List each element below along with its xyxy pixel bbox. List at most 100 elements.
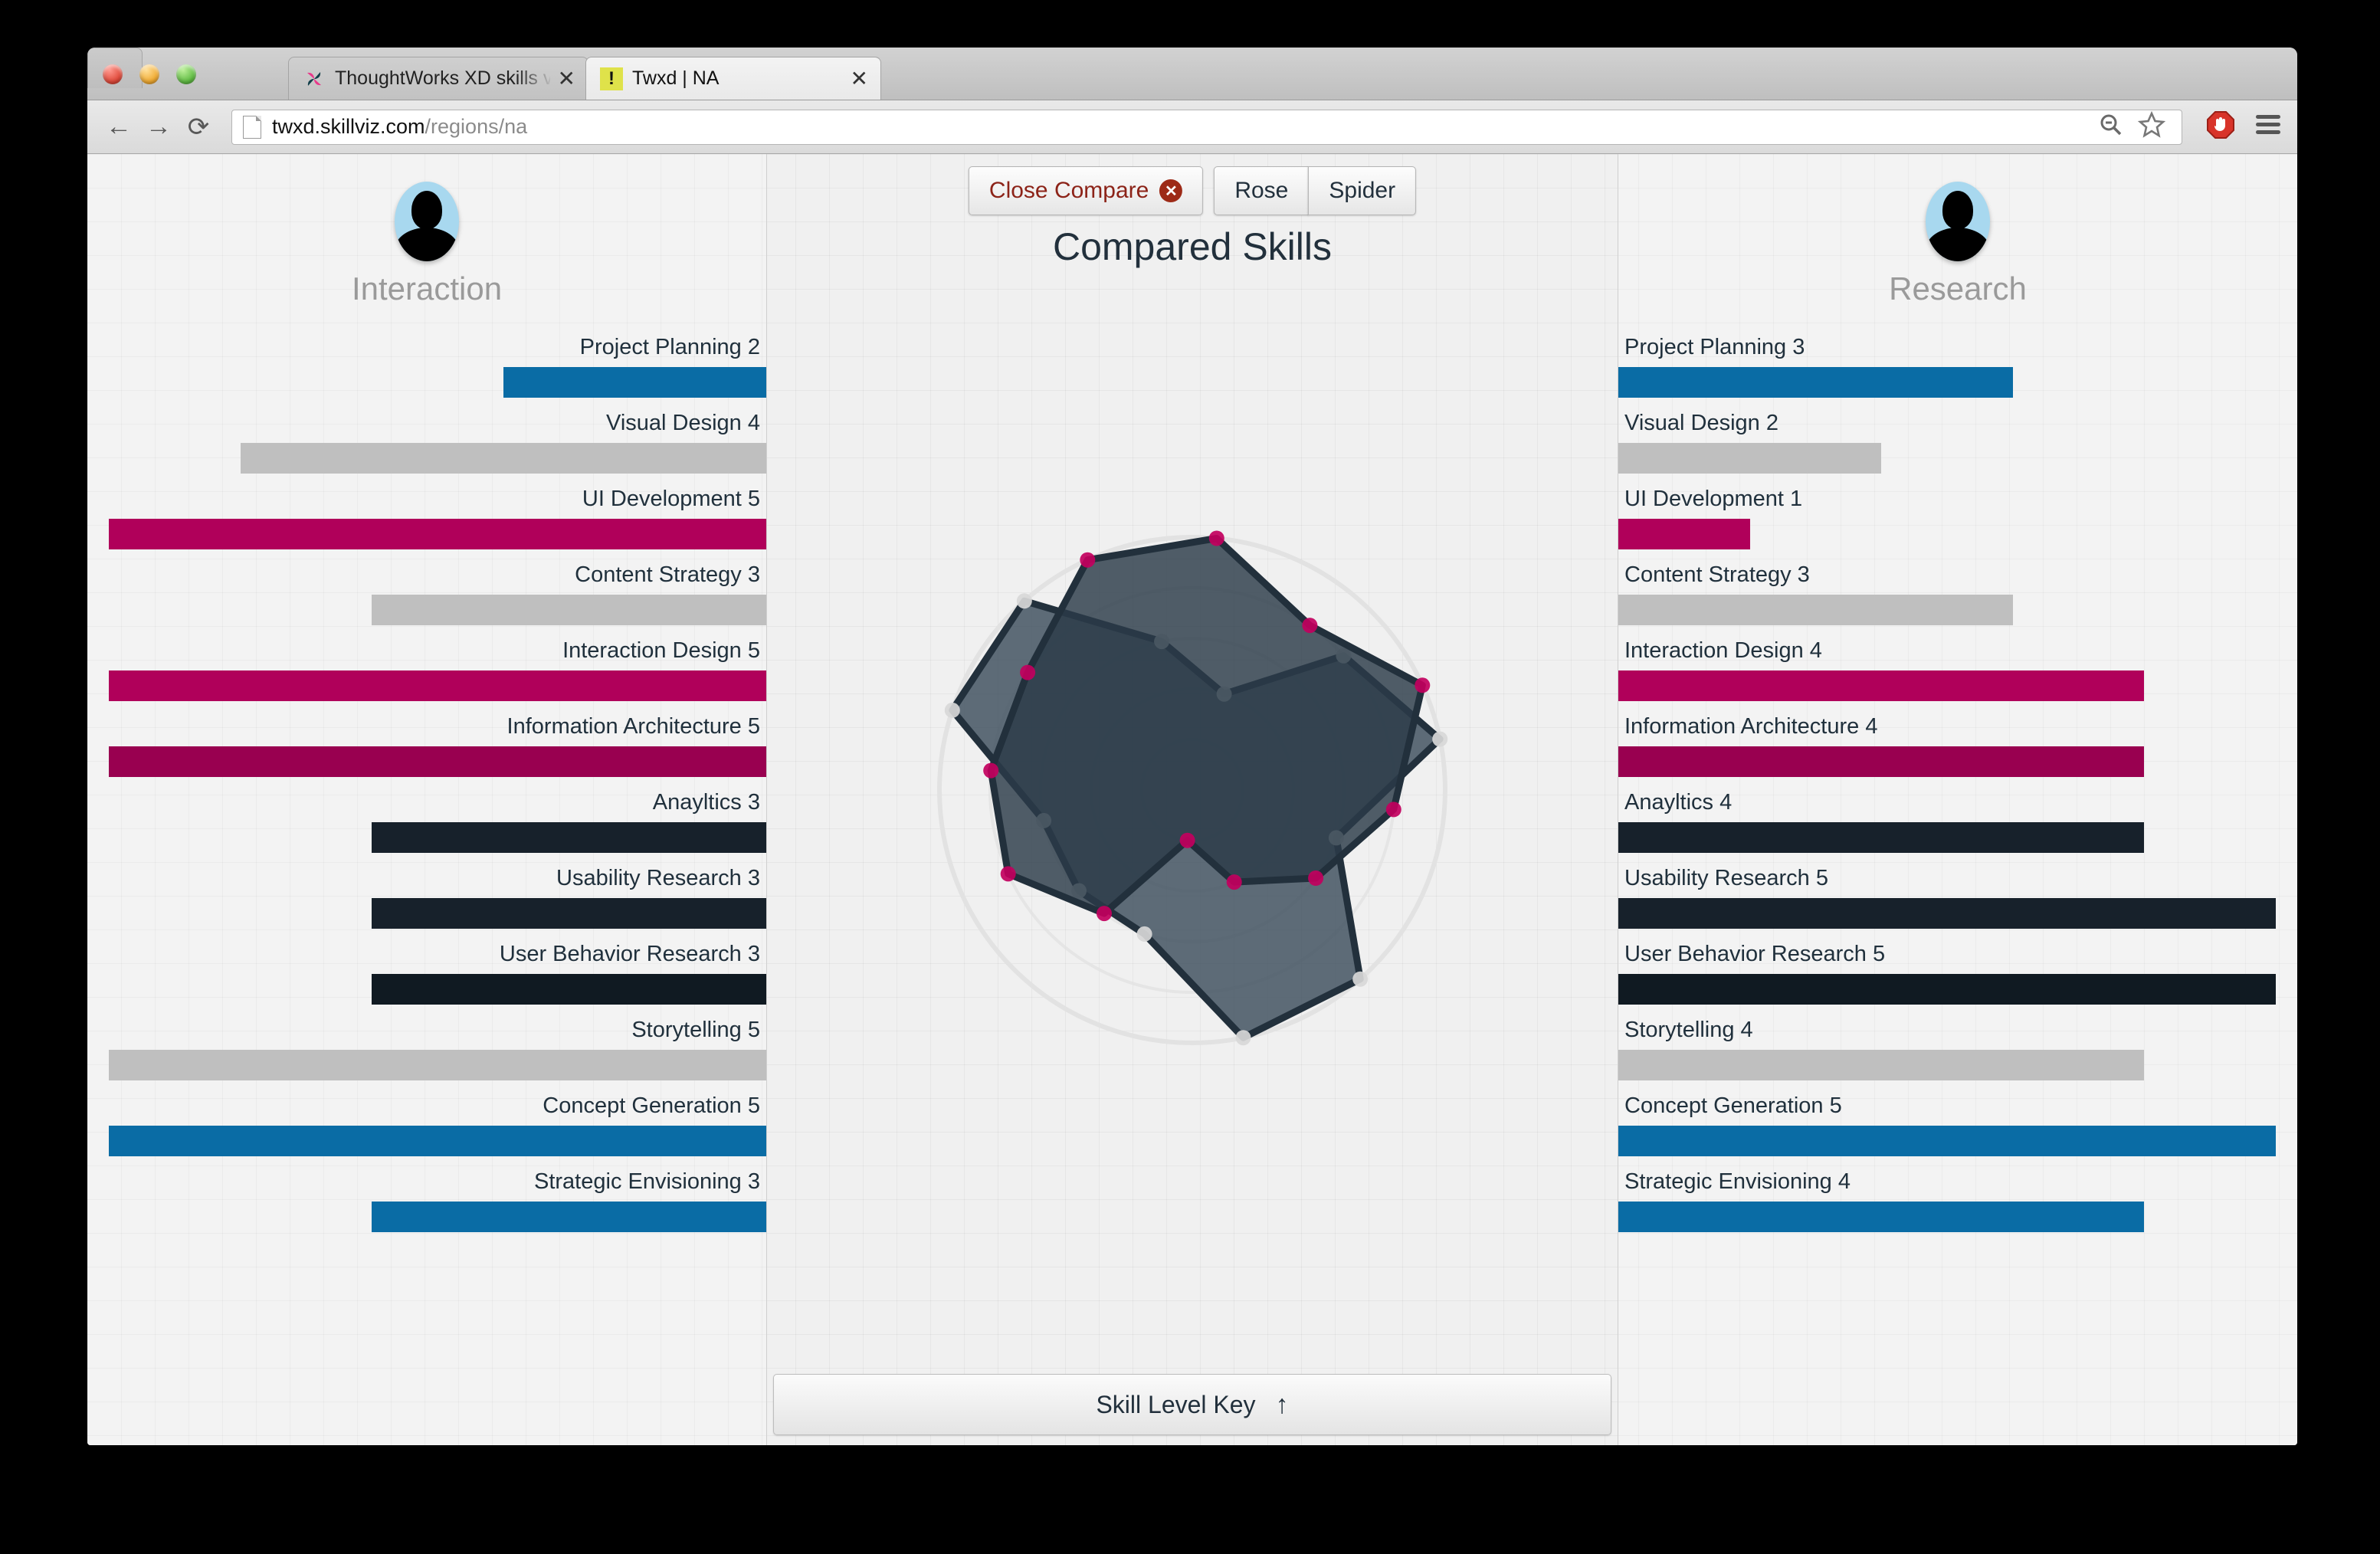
left-profile-name: Interaction xyxy=(351,270,503,307)
skill-row[interactable]: Anayltics 3 xyxy=(87,792,766,867)
radar-point[interactable] xyxy=(1352,971,1369,987)
chart-type-group: Rose Spider xyxy=(1214,166,1417,215)
back-button[interactable]: ← xyxy=(101,110,136,145)
skill-row[interactable]: Information Architecture 4 xyxy=(1618,716,2297,792)
skill-label: Concept Generation 5 xyxy=(1624,1093,1842,1118)
skill-label: Anayltics 3 xyxy=(652,790,760,815)
skill-row[interactable]: Anayltics 4 xyxy=(1618,792,2297,867)
skill-bar xyxy=(1618,898,2276,929)
thoughtworks-logo-icon xyxy=(303,67,326,90)
left-profile-header: Interaction xyxy=(87,182,766,307)
radar-point[interactable] xyxy=(1432,731,1448,747)
skill-row[interactable]: Visual Design 4 xyxy=(87,412,766,488)
skill-bar xyxy=(109,519,766,549)
adblock-icon[interactable] xyxy=(2205,110,2236,144)
zoom-out-icon[interactable] xyxy=(2097,111,2125,143)
radar-point[interactable] xyxy=(1080,552,1096,568)
page-title: Compared Skills xyxy=(1052,225,1332,268)
radar-point[interactable] xyxy=(1235,1030,1251,1046)
close-compare-button[interactable]: Close Compare ✕ xyxy=(968,166,1204,215)
skill-row[interactable]: Project Planning 3 xyxy=(1618,336,2297,412)
skill-bar xyxy=(109,1050,766,1080)
spider-button[interactable]: Spider xyxy=(1308,166,1417,215)
address-bar-tools xyxy=(2097,110,2171,143)
skill-label: Interaction Design 4 xyxy=(1624,638,1822,663)
radar-point[interactable] xyxy=(1136,926,1152,942)
url-text: twxd.skillviz.com/regions/na xyxy=(272,115,527,139)
browser-tab-1[interactable]: ThoughtWorks XD skills vis ✕ xyxy=(288,57,588,100)
skill-level-key-label: Skill Level Key xyxy=(1096,1390,1256,1418)
radar-point[interactable] xyxy=(1385,802,1401,818)
skill-label: Storytelling 4 xyxy=(1624,1018,1753,1042)
skill-label: UI Development 5 xyxy=(582,487,760,511)
address-bar[interactable]: twxd.skillviz.com/regions/na xyxy=(231,109,2182,145)
skill-label: Storytelling 5 xyxy=(631,1018,760,1042)
skill-row[interactable]: Concept Generation 5 xyxy=(1618,1095,2297,1171)
skill-row[interactable]: Usability Research 5 xyxy=(1618,867,2297,943)
skill-label: Strategic Envisioning 3 xyxy=(534,1169,760,1194)
minimize-window-button[interactable] xyxy=(139,64,159,84)
skill-bar xyxy=(1618,595,2013,625)
hamburger-menu-icon[interactable] xyxy=(2253,113,2283,141)
skill-row[interactable]: Content Strategy 3 xyxy=(1618,564,2297,640)
skill-row[interactable]: Storytelling 5 xyxy=(87,1019,766,1095)
skill-bar xyxy=(109,1126,766,1156)
radar-point[interactable] xyxy=(1097,906,1112,922)
radar-point[interactable] xyxy=(1020,664,1036,680)
skill-row[interactable]: Project Planning 2 xyxy=(87,336,766,412)
skill-row[interactable]: Content Strategy 3 xyxy=(87,564,766,640)
radar-point[interactable] xyxy=(1016,593,1032,609)
skill-row[interactable]: Strategic Envisioning 4 xyxy=(1618,1171,2297,1247)
left-profile-panel: Interaction Project Planning 2 Visual Des… xyxy=(87,154,767,1445)
skill-row[interactable]: UI Development 1 xyxy=(1618,488,2297,564)
radar-point[interactable] xyxy=(1415,677,1431,693)
close-window-button[interactable] xyxy=(103,64,123,84)
skill-row[interactable]: UI Development 5 xyxy=(87,488,766,564)
radar-point[interactable] xyxy=(1226,874,1242,890)
skill-bar xyxy=(372,974,766,1005)
reload-button[interactable]: ⟳ xyxy=(181,110,216,145)
skill-row[interactable]: Interaction Design 5 xyxy=(87,640,766,716)
close-tab-button[interactable]: ✕ xyxy=(851,67,868,90)
url-path: /regions/na xyxy=(425,115,528,138)
radar-point[interactable] xyxy=(983,762,999,779)
skill-bar xyxy=(1618,670,2144,701)
skill-bar xyxy=(109,670,766,701)
skill-bar xyxy=(372,1202,766,1232)
skill-row[interactable]: Information Architecture 5 xyxy=(87,716,766,792)
skill-row[interactable]: User Behavior Research 3 xyxy=(87,943,766,1019)
skill-label: Usability Research 5 xyxy=(1624,866,1828,890)
close-tab-button[interactable]: ✕ xyxy=(558,67,575,90)
browser-tab-2[interactable]: ! Twxd | NA ✕ xyxy=(585,57,881,100)
skill-row[interactable]: Visual Design 2 xyxy=(1618,412,2297,488)
radar-point[interactable] xyxy=(1208,530,1224,546)
skill-row[interactable]: Usability Research 3 xyxy=(87,867,766,943)
maximize-window-button[interactable] xyxy=(176,64,196,84)
skill-row[interactable]: Strategic Envisioning 3 xyxy=(87,1171,766,1247)
window-controls[interactable] xyxy=(103,64,196,84)
radar-point[interactable] xyxy=(1179,832,1195,848)
skill-bar xyxy=(1618,367,2013,398)
right-skill-list: Project Planning 3 Visual Design 2 UI Deve… xyxy=(1618,336,2297,1247)
radar-point[interactable] xyxy=(944,702,960,718)
skill-label: Strategic Envisioning 4 xyxy=(1624,1169,1851,1194)
radar-point[interactable] xyxy=(1000,866,1016,882)
skill-label: Concept Generation 5 xyxy=(543,1093,760,1118)
skill-label: Content Strategy 3 xyxy=(1624,562,1810,587)
forward-button[interactable]: → xyxy=(141,110,176,145)
skill-row[interactable]: Concept Generation 5 xyxy=(87,1095,766,1171)
radar-point[interactable] xyxy=(1308,870,1324,886)
skill-row[interactable]: User Behavior Research 5 xyxy=(1618,943,2297,1019)
skill-level-key-button[interactable]: Skill Level Key ↑ xyxy=(773,1374,1611,1435)
arrow-up-icon: ↑ xyxy=(1275,1389,1289,1419)
skill-row[interactable]: Interaction Design 4 xyxy=(1618,640,2297,716)
radar-chart[interactable] xyxy=(817,484,1568,1143)
star-icon[interactable] xyxy=(2137,110,2166,143)
skill-label: Interaction Design 5 xyxy=(562,638,760,663)
skill-row[interactable]: Storytelling 4 xyxy=(1618,1019,2297,1095)
navigation-bar: ← → ⟳ twxd.skillviz.com/regions/na xyxy=(87,100,2297,154)
rose-button[interactable]: Rose xyxy=(1214,166,1310,215)
radar-point[interactable] xyxy=(1302,618,1318,634)
skill-label: Project Planning 2 xyxy=(579,335,760,359)
chart-controls: Close Compare ✕ Rose Spider xyxy=(968,166,1417,215)
